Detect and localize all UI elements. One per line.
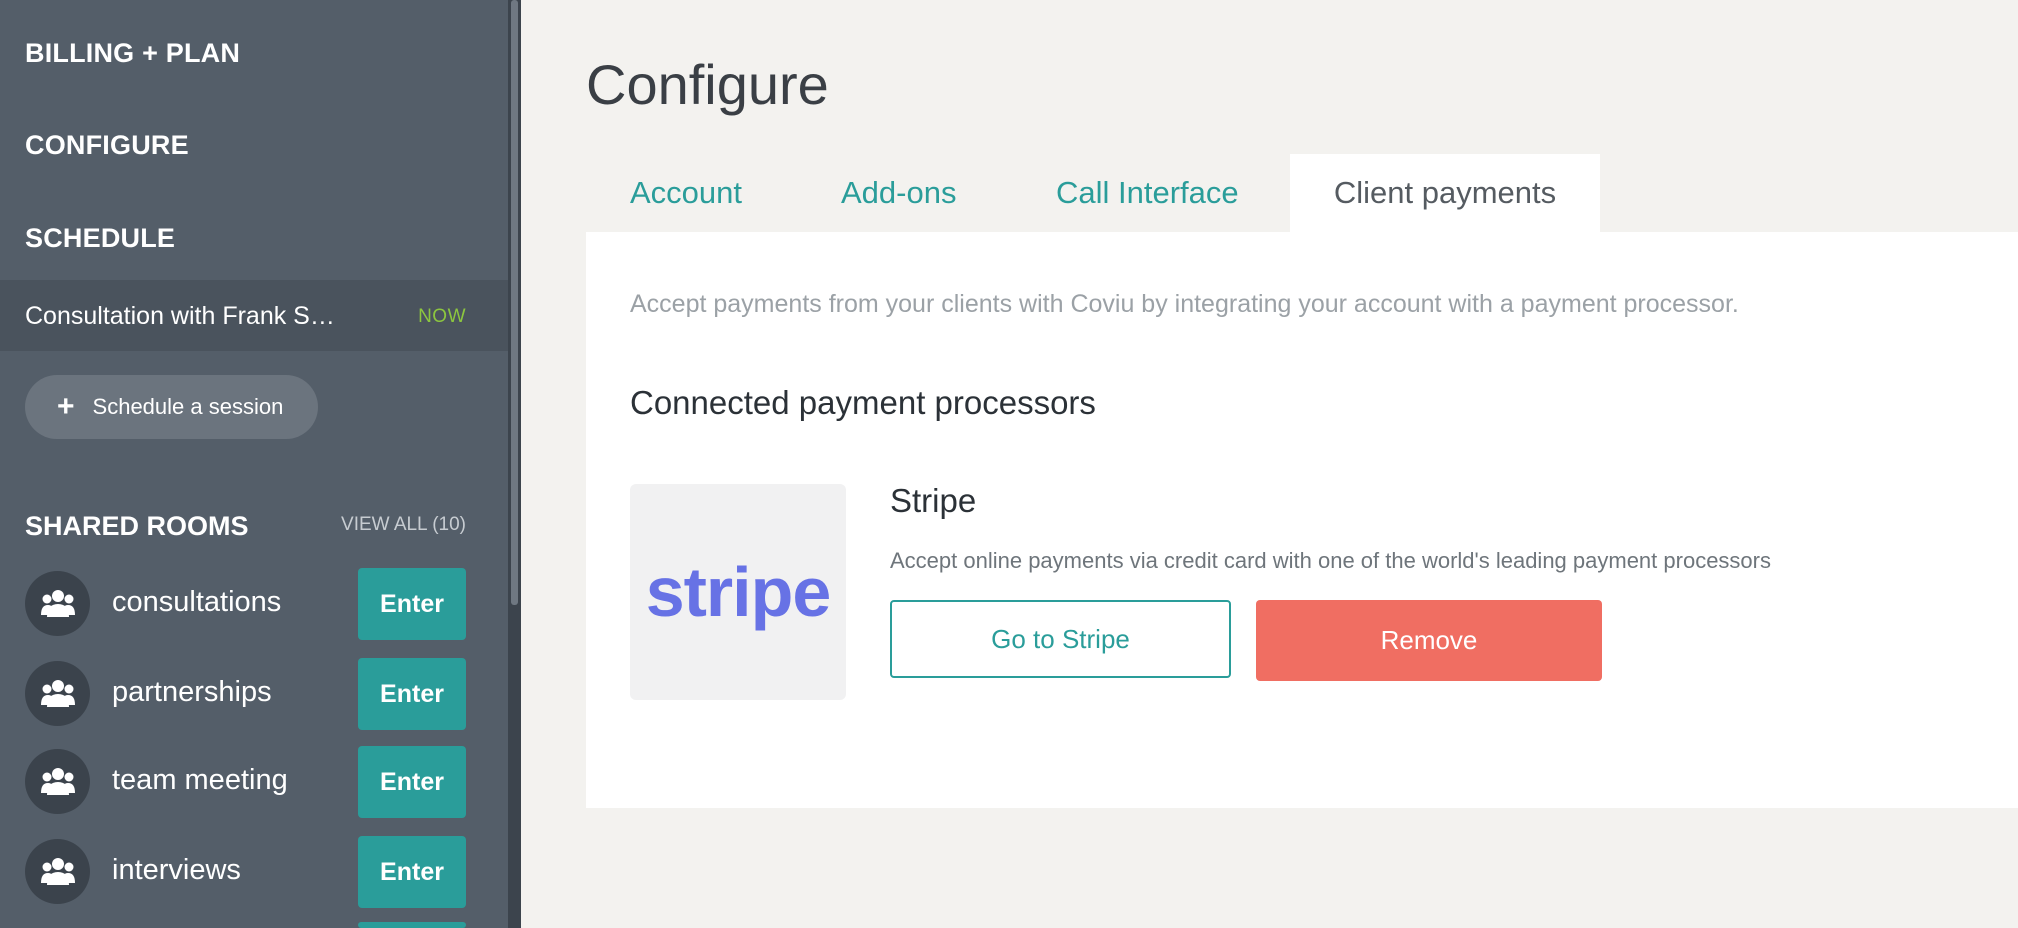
room-name: consultations (112, 586, 282, 618)
nav-billing-plan[interactable]: BILLING + PLAN (25, 38, 240, 69)
group-icon (25, 661, 90, 726)
stripe-logo-text: stripe (645, 553, 832, 631)
schedule-session-label: Schedule a session (92, 394, 284, 419)
enter-room-button[interactable] (358, 922, 466, 928)
processor-name: Stripe (890, 482, 977, 519)
sidebar-scrollbar[interactable] (508, 0, 521, 928)
nav-configure[interactable]: CONFIGURE (25, 130, 189, 161)
group-icon (25, 839, 90, 904)
sidebar: BILLING + PLAN CONFIGURE SCHEDULE Consul… (0, 0, 508, 928)
shared-rooms-heading: SHARED ROOMS (25, 511, 249, 541)
room-row: partnerships Enter (25, 658, 466, 730)
group-icon (25, 571, 90, 636)
room-row (25, 922, 466, 928)
room-row: interviews Enter (25, 836, 466, 908)
stripe-logo: stripe (630, 484, 846, 700)
current-session-item[interactable]: Consultation with Frank S… NOW (0, 280, 508, 351)
nav-schedule[interactable]: SCHEDULE (25, 223, 175, 254)
view-all-rooms-link[interactable]: VIEW ALL (10) (341, 514, 466, 536)
plus-icon: + (57, 390, 75, 423)
group-icon (25, 749, 90, 814)
processor-description: Accept online payments via credit card w… (890, 548, 1771, 573)
room-row: consultations Enter (25, 568, 466, 640)
room-name: team meeting (112, 764, 288, 796)
room-name: partnerships (112, 676, 272, 708)
room-name: interviews (112, 854, 241, 886)
enter-room-button[interactable]: Enter (358, 568, 466, 640)
section-title: Connected payment processors (630, 384, 1096, 421)
scrollbar-thumb[interactable] (511, 0, 518, 605)
enter-room-button[interactable]: Enter (358, 746, 466, 818)
schedule-session-button[interactable]: + Schedule a session (25, 375, 318, 439)
enter-room-button[interactable]: Enter (358, 658, 466, 730)
room-row: team meeting Enter (25, 746, 466, 818)
tab-client-payments[interactable]: Client payments (1290, 154, 1600, 232)
go-to-stripe-button[interactable]: Go to Stripe (890, 600, 1231, 678)
client-payments-panel: Accept payments from your clients with C… (586, 232, 2018, 808)
tab-call-interface[interactable]: Call Interface (1056, 154, 1239, 232)
intro-text: Accept payments from your clients with C… (630, 290, 1739, 318)
remove-button[interactable]: Remove (1256, 600, 1602, 681)
page-title: Configure (586, 53, 829, 116)
enter-room-button[interactable]: Enter (358, 836, 466, 908)
tab-add-ons[interactable]: Add-ons (841, 154, 956, 232)
tab-account[interactable]: Account (630, 154, 742, 232)
current-session-label: Consultation with Frank S… (25, 302, 335, 330)
session-status-badge: NOW (418, 306, 466, 327)
